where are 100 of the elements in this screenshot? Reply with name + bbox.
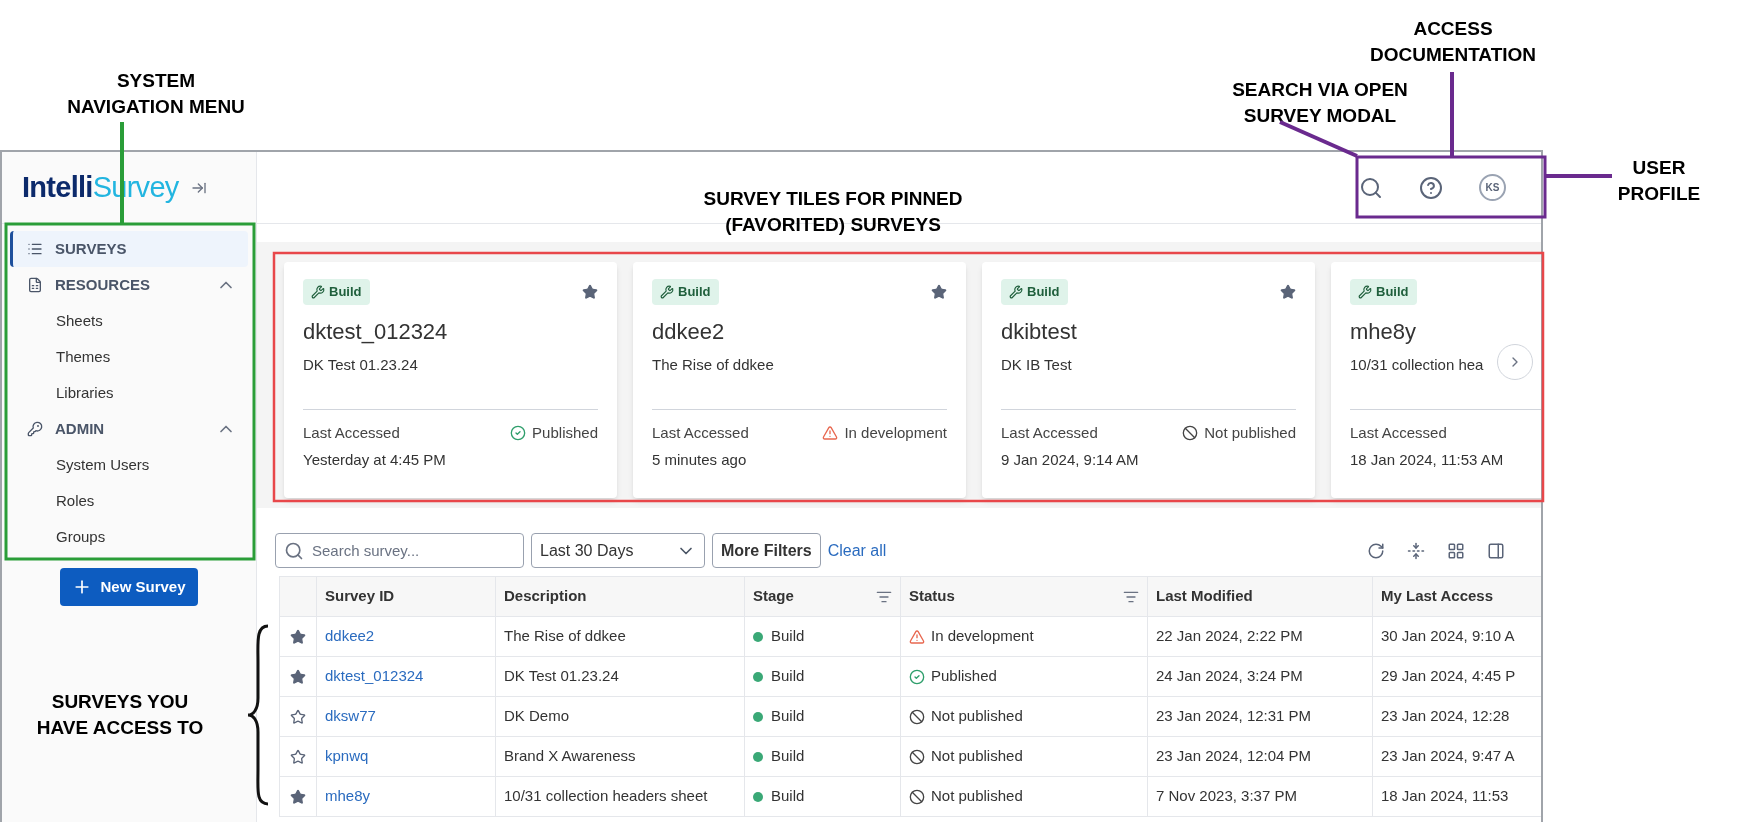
survey-id-link[interactable]: ddkee2: [325, 625, 375, 648]
nav-item[interactable]: Groups: [10, 519, 248, 555]
table-cell-text: 23 Jan 2024, 12:04 PM: [1156, 746, 1312, 767]
star-icon[interactable]: [290, 628, 306, 645]
last-accessed-label: Last Accessed: [1350, 422, 1447, 443]
table-cell-text: DK Demo: [504, 706, 570, 727]
annotation-label: SEARCH VIA OPEN SURVEY MODAL: [1232, 78, 1408, 128]
nav-section[interactable]: ADMIN: [10, 411, 248, 447]
column-header[interactable]: Stage: [745, 577, 901, 616]
grid-icon[interactable]: [1447, 541, 1465, 560]
nav-item[interactable]: Roles: [10, 483, 248, 519]
star-icon[interactable]: [931, 284, 947, 300]
nav-section[interactable]: RESOURCES: [10, 267, 248, 303]
new-survey-button[interactable]: New Survey: [60, 568, 198, 606]
survey-id-link[interactable]: kpnwq: [325, 745, 369, 768]
table-cell-text: 23 Jan 2024, 9:47 A: [1381, 746, 1515, 767]
table-cell-text: DK Test 01.23.24: [504, 666, 619, 687]
search-icon: [284, 541, 304, 561]
survey-id-link[interactable]: dktest_012324: [325, 665, 424, 688]
stage-badge: Build: [1350, 279, 1417, 305]
table-cell-text: 30 Jan 2024, 9:10 A: [1381, 626, 1515, 647]
nav-icon: [27, 421, 43, 437]
table-cell-text: Build: [771, 626, 805, 647]
table-cell-text: Build: [771, 666, 805, 687]
date-range-dropdown[interactable]: Last 30 Days: [531, 533, 705, 568]
star-icon[interactable]: [1280, 284, 1296, 300]
nav-section[interactable]: SURVEYS: [10, 231, 248, 267]
star-icon[interactable]: [582, 284, 598, 300]
table-cell-text: Build: [771, 786, 805, 807]
last-accessed-label: Last Accessed: [652, 422, 749, 443]
star-icon[interactable]: [290, 668, 306, 685]
survey-id-link[interactable]: mhe8y: [325, 785, 371, 808]
nav-item[interactable]: Libraries: [10, 375, 248, 411]
table-cell-text: 23 Jan 2024, 12:28: [1381, 706, 1510, 727]
table-cell-text: Brand X Awareness: [504, 746, 636, 767]
table-cell-text: The Rise of ddkee: [504, 626, 626, 647]
nav-icon: [27, 241, 43, 257]
column-header[interactable]: My Last Access: [1373, 577, 1541, 616]
tools-icon: [1009, 285, 1023, 299]
last-accessed-time: 5 minutes ago: [652, 450, 748, 470]
annotation-label: ACCESS DOCUMENTATION: [1369, 17, 1537, 67]
card-description: DK Test 01.23.24: [303, 355, 418, 375]
column-header[interactable]: Status: [901, 577, 1148, 616]
card-title: dkibtest: [1001, 318, 1078, 346]
status-text: Published: [532, 422, 598, 443]
table-cell-text: In development: [931, 626, 1034, 647]
user-avatar[interactable]: KS: [1479, 174, 1506, 201]
card-description: DK IB Test: [1001, 355, 1072, 375]
survey-card[interactable]: Build ddkee2 The Rise of ddkee Last Accessed In development 5 minutes ago: [633, 262, 966, 498]
tools-icon: [1358, 285, 1372, 299]
nav-icon: [27, 277, 43, 293]
star-icon[interactable]: [290, 788, 306, 805]
survey-card[interactable]: Build dktest_012324 DK Test 01.23.24 Last Accessed Published Yesterday at 4:45 PM: [284, 262, 617, 498]
card-title: mhe8y: [1350, 318, 1418, 346]
stage-badge: Build: [652, 279, 719, 305]
table-cell-text: Not published: [931, 786, 1023, 807]
tools-icon: [311, 285, 325, 299]
survey-id-link[interactable]: dksw77: [325, 705, 376, 728]
search-icon[interactable]: [1359, 175, 1383, 200]
column-header[interactable]: Description: [496, 577, 745, 616]
card-title: ddkee2: [652, 318, 726, 346]
last-accessed-label: Last Accessed: [303, 422, 400, 443]
table-cell-text: Build: [771, 706, 805, 727]
table-cell-text: 29 Jan 2024, 4:45 P: [1381, 666, 1516, 687]
collapse-rows-icon[interactable]: [1407, 541, 1425, 560]
last-accessed-time: 9 Jan 2024, 9:14 AM: [1001, 450, 1140, 470]
status-text: In development: [844, 422, 947, 443]
table-cell-text: 22 Jan 2024, 2:22 PM: [1156, 626, 1303, 647]
table-cell-text: Not published: [931, 706, 1023, 727]
refresh-icon[interactable]: [1367, 541, 1385, 560]
star-icon[interactable]: [290, 708, 306, 725]
column-header[interactable]: Survey ID: [317, 577, 496, 616]
table-cell-text: Published: [931, 666, 997, 687]
table-cell-text: Build: [771, 746, 805, 767]
card-description: 10/31 collection hea: [1350, 355, 1484, 375]
table-cell-text: 23 Jan 2024, 12:31 PM: [1156, 706, 1312, 727]
clear-all-link[interactable]: Clear all: [827, 538, 887, 563]
annotation-label: SURVEY TILES FOR PINNED (FAVORITED) SURVEYS: [703, 187, 963, 237]
star-icon[interactable]: [290, 748, 306, 765]
table-cell-text: 10/31 collection headers sheet: [504, 786, 708, 807]
card-title: dktest_012324: [303, 318, 449, 346]
column-header[interactable]: Last Modified: [1148, 577, 1373, 616]
annotation-label: USER PROFILE: [1617, 156, 1701, 206]
last-accessed-time: 18 Jan 2024, 11:53 AM: [1350, 450, 1505, 470]
survey-card[interactable]: Build mhe8y 10/31 collection hea Last Accessed 18 Jan 2024, 11:53 AM: [1331, 262, 1541, 498]
search-field[interactable]: Search survey...: [275, 533, 524, 568]
survey-card[interactable]: Build dkibtest DK IB Test Last Accessed Not published 9 Jan 2024, 9:14 AM: [982, 262, 1315, 498]
stage-badge: Build: [1001, 279, 1068, 305]
more-filters-button[interactable]: More Filters: [712, 533, 821, 568]
nav-item[interactable]: Themes: [10, 339, 248, 375]
table-cell-text: 24 Jan 2024, 3:24 PM: [1156, 666, 1303, 687]
help-icon[interactable]: [1419, 175, 1443, 200]
status-text: Not published: [1204, 422, 1296, 443]
nav-item[interactable]: System Users: [10, 447, 248, 483]
tools-icon: [660, 285, 674, 299]
callout-line: [1545, 174, 1612, 178]
stage-badge: Build: [303, 279, 370, 305]
card-description: The Rise of ddkee: [652, 355, 774, 375]
panel-icon[interactable]: [1487, 541, 1505, 560]
nav-item[interactable]: Sheets: [10, 303, 248, 339]
